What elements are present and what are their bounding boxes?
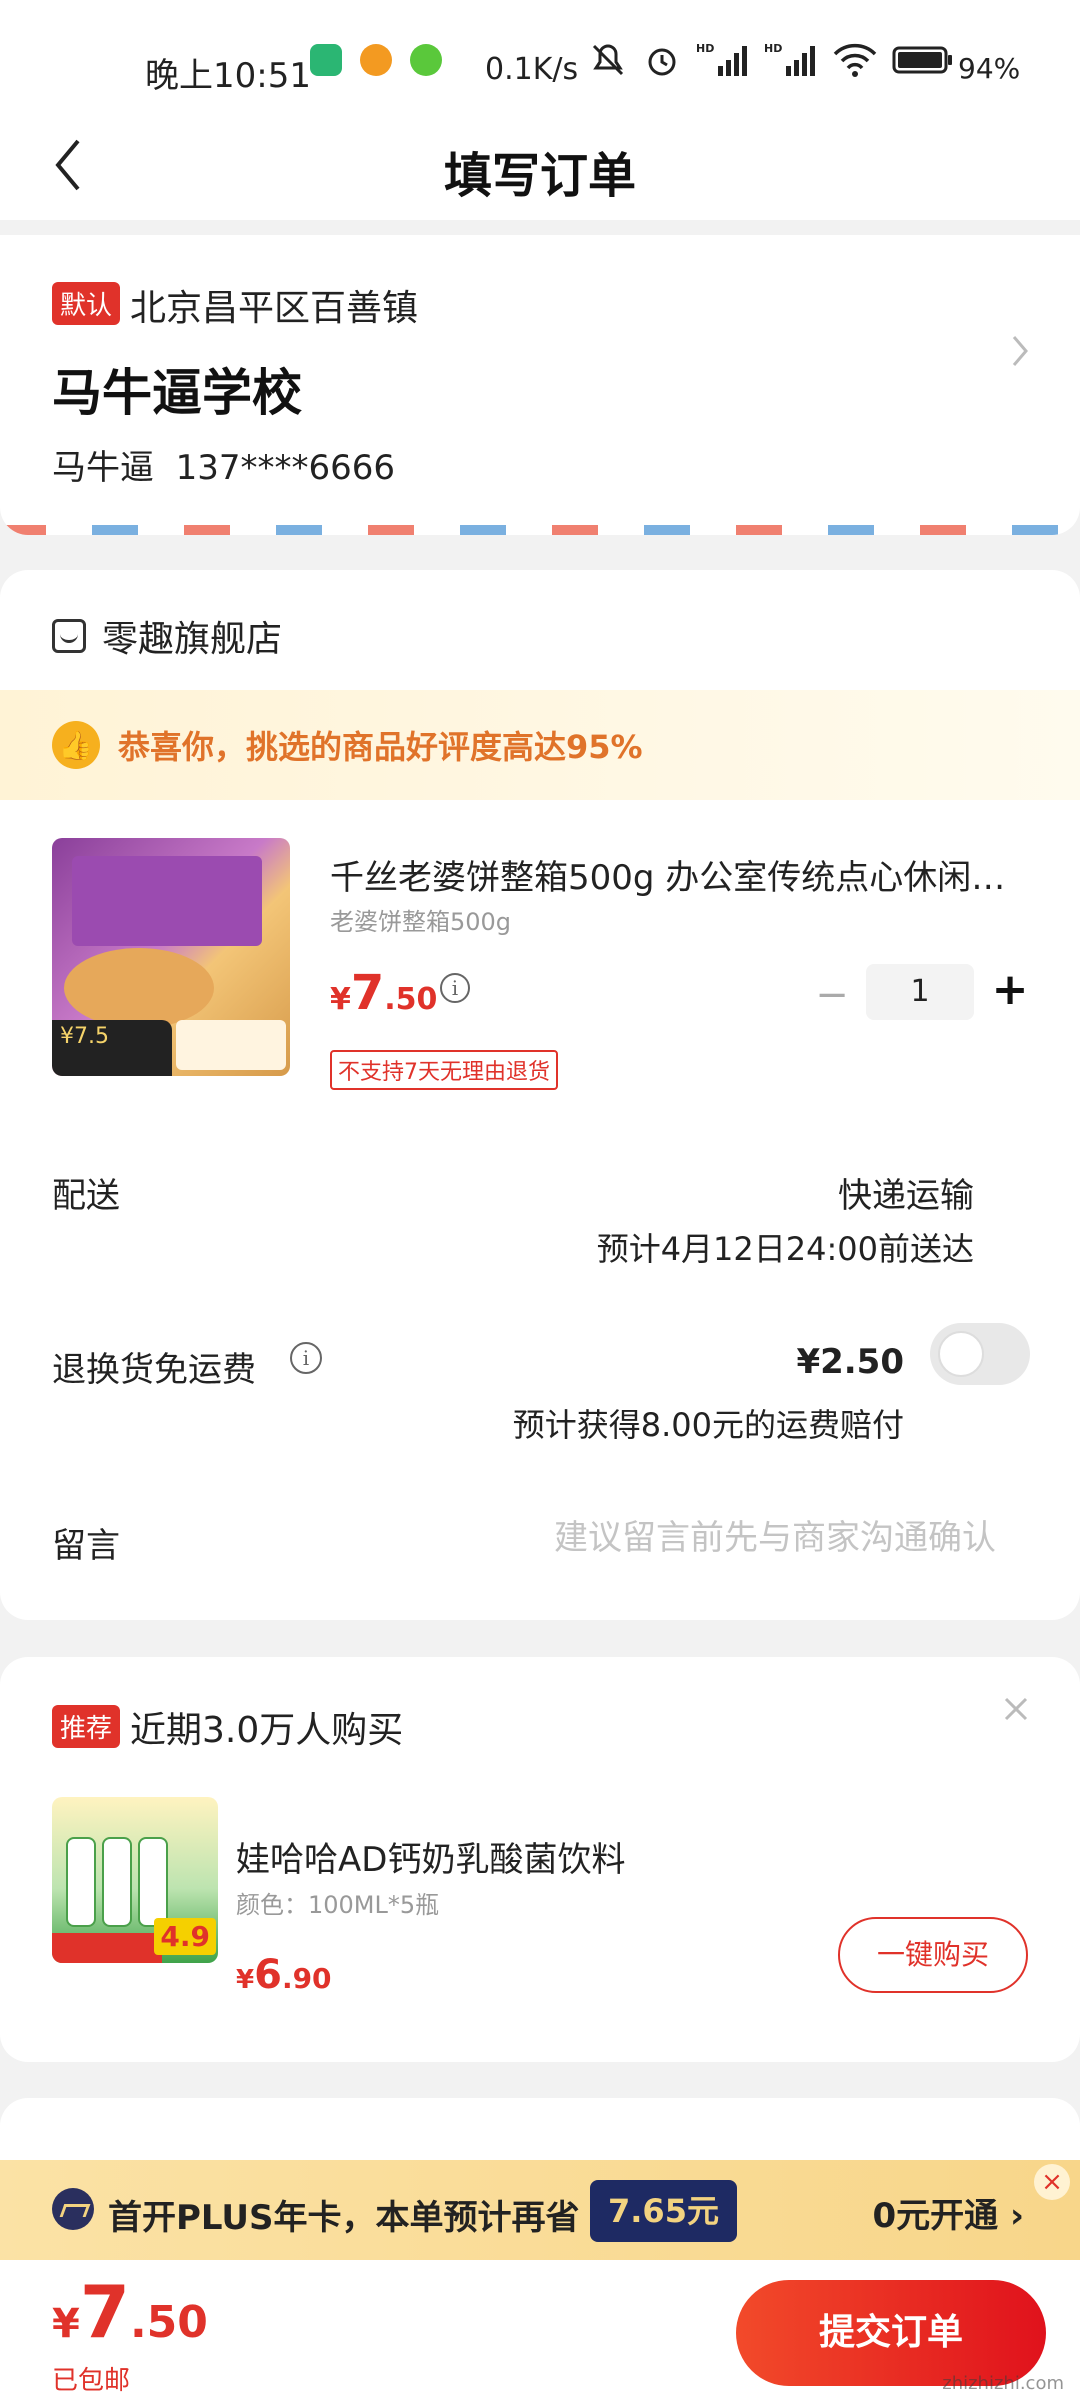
plus-banner[interactable]: 首开PLUS年卡，本单预计再省 7.65元 0元开通 › × <box>0 2160 1080 2260</box>
close-icon[interactable] <box>1002 1695 1030 1723</box>
product-price: ¥7.50 <box>330 965 437 1021</box>
price-integer: 7 <box>350 965 385 1021</box>
plus-open-action[interactable]: 0元开通 › <box>872 2188 1024 2237</box>
toggle-knob <box>938 1331 984 1377</box>
submit-order-button[interactable]: 提交订单 <box>736 2280 1046 2386</box>
default-address-tag: 默认 <box>52 282 121 325</box>
plus-close-icon[interactable]: × <box>1034 2164 1070 2200</box>
quantity-decrease-button[interactable]: − <box>812 972 852 1018</box>
plus-amount: 7.65元 <box>590 2180 737 2242</box>
freight-insurance-price: ¥2.50 <box>796 1342 904 1382</box>
freight-insurance-toggle[interactable] <box>930 1323 1030 1385</box>
address-region: 北京昌平区百善镇 <box>130 288 419 329</box>
status-app-icons <box>310 44 442 76</box>
signal-icon: HD <box>696 42 747 76</box>
delivery-method: 快递运输 <box>838 1176 974 1216</box>
price-decimal: .90 <box>281 1962 332 1995</box>
envelope-stripe <box>0 525 1080 535</box>
price-currency: ¥ <box>236 1965 255 1995</box>
status-bar: 晚上10:51 0.1K/s HD HD 94% <box>0 0 1080 120</box>
mute-icon <box>592 44 624 76</box>
one-click-buy-button[interactable]: 一键购买 <box>838 1917 1028 1993</box>
product-image-price: ¥7.5 <box>52 1020 172 1076</box>
bottle-graphic <box>66 1837 96 1927</box>
recommend-product-price: ¥6.90 <box>236 1952 332 1998</box>
freight-info-icon[interactable]: i <box>290 1342 322 1374</box>
bottom-bar: ¥7.50 已包邮 提交订单 zhizhizhi.com <box>0 2260 1080 2400</box>
recommend-card: 推荐 近期3.0万人购买 4.9 娃哈哈AD钙奶乳酸菌饮料 颜色：100ML*5… <box>0 1657 1080 2062</box>
signal-icon-2: HD <box>764 42 815 76</box>
address-detail: 马牛逼学校 <box>52 364 302 422</box>
status-icons: HD HD <box>588 40 954 80</box>
image-strip <box>52 1933 162 1963</box>
price-integer: 6 <box>254 1952 282 1998</box>
thumbs-up-icon: 👍 <box>52 721 100 769</box>
product-box-graphic <box>72 856 262 946</box>
price-currency: ¥ <box>330 982 351 1017</box>
plus-text: 首开PLUS年卡，本单预计再省 <box>108 2198 580 2238</box>
price-info-icon[interactable]: i <box>440 973 470 1003</box>
alarm-icon <box>648 48 676 76</box>
page-title: 填写订单 <box>443 148 636 204</box>
quantity-value[interactable]: 1 <box>866 964 974 1020</box>
praise-banner: 👍 恭喜你，挑选的商品好评度高达95% <box>0 690 1080 800</box>
recommend-title: 近期3.0万人购买 <box>130 1710 404 1751</box>
store-name: 零趣旗舰店 <box>102 619 283 660</box>
store-header[interactable]: 零趣旗舰店 <box>52 610 282 662</box>
message-label: 留言 <box>52 1526 120 1566</box>
total-currency: ¥ <box>52 2301 80 2347</box>
product-image[interactable]: ¥7.5 <box>52 838 290 1076</box>
svg-text:HD: HD <box>696 42 714 55</box>
watermark: zhizhizhi.com <box>942 2373 1064 2394</box>
network-speed: 0.1K/s <box>485 52 579 87</box>
contact-name: 马牛逼 <box>52 448 154 488</box>
chevron-right-icon <box>1012 336 1028 366</box>
bottle-graphic <box>138 1837 168 1927</box>
contact-phone: 137****6666 <box>175 448 396 488</box>
praise-text: 恭喜你，挑选的商品好评度高达95% <box>118 728 643 766</box>
status-time: 晚上10:51 <box>145 56 311 96</box>
orange-app-icon <box>360 44 392 76</box>
shield-app-icon <box>310 44 342 76</box>
shipping-note: 已包邮 <box>52 2366 131 2396</box>
wifi-icon <box>833 43 877 77</box>
recommend-product-image[interactable]: 4.9 <box>52 1797 218 1963</box>
product-image-promo <box>176 1020 286 1070</box>
total-decimal: .50 <box>129 2297 208 2348</box>
price-decimal: .50 <box>384 982 438 1017</box>
freight-compensation: 预计获得8.00元的运费赔付 <box>512 1406 904 1444</box>
store-icon <box>52 619 86 653</box>
quantity-increase-button[interactable]: + <box>988 964 1032 1015</box>
total-price: ¥7.50 <box>52 2270 208 2354</box>
green-app-icon <box>410 44 442 76</box>
total-integer: 7 <box>79 2270 130 2354</box>
freight-insurance-label: 退换货免运费 <box>52 1350 256 1390</box>
address-contact: 马牛逼 137****6666 <box>52 440 395 489</box>
svg-text:HD: HD <box>764 42 782 55</box>
page-header: 填写订单 <box>0 110 1080 220</box>
no-return-tag: 不支持7天无理由退货 <box>330 1050 558 1090</box>
battery-percent: 94% <box>958 52 1021 85</box>
message-input[interactable] <box>476 1510 996 1566</box>
plus-crown-icon <box>52 2188 94 2230</box>
bottle-graphic <box>102 1837 132 1927</box>
battery-icon <box>892 46 952 74</box>
recommend-product-name[interactable]: 娃哈哈AD钙奶乳酸菌饮料 <box>236 1832 625 1881</box>
recommend-product-spec: 颜色：100ML*5瓶 <box>236 1891 440 1919</box>
product-cake-graphic <box>64 948 214 1028</box>
delivery-eta: 预计4月12日24:00前送达 <box>596 1230 974 1268</box>
address-card[interactable]: 默认 北京昌平区百善镇 马牛逼学校 马牛逼 137****6666 <box>0 235 1080 535</box>
store-card: 零趣旗舰店 👍 恭喜你，挑选的商品好评度高达95% ¥7.5 千丝老婆饼整箱50… <box>0 570 1080 1620</box>
recommend-image-price: 4.9 <box>154 1918 216 1955</box>
delivery-label: 配送 <box>52 1176 120 1216</box>
product-title[interactable]: 千丝老婆饼整箱500g 办公室传统点心休闲… <box>330 850 1030 899</box>
product-spec: 老婆饼整箱500g <box>330 908 512 936</box>
recommend-tag: 推荐 <box>52 1705 121 1748</box>
